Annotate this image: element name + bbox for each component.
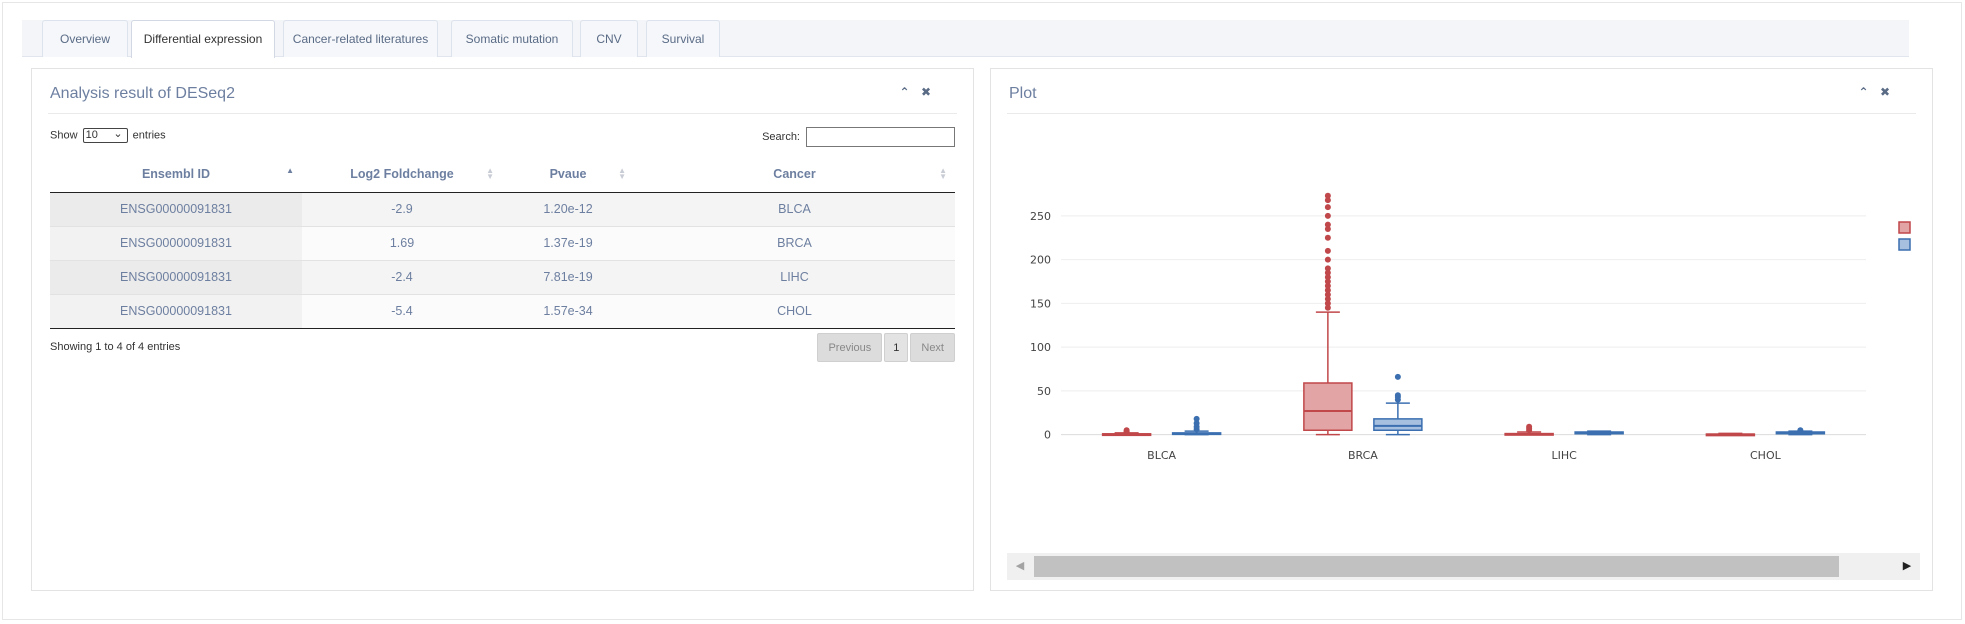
plot-panel: Plot ⌃ ✖ 0 50 100 150 200 250 BLCA BRCA LIHC CHOL… [990, 68, 1933, 591]
column-header-log2-foldchange[interactable]: Log2 Foldchange ▲ ▼ [302, 157, 502, 193]
cell-ensembl-id: ENSG00000091831 [50, 293, 302, 329]
column-header-label: Pvaue [549, 167, 587, 182]
column-header-label: Ensembl ID [141, 167, 211, 182]
sort-both-icon: ▲ ▼ [618, 166, 626, 181]
tab-overview[interactable]: Overview [42, 20, 128, 57]
table-row[interactable]: ENSG00000091831 -5.4 1.57e-34 CHOL [50, 293, 955, 329]
chevron-up-icon[interactable]: ⌃ [900, 85, 910, 99]
y-tick-label: 100 [1030, 341, 1051, 354]
cell-cancer: CHOL [634, 293, 955, 329]
table-info: Showing 1 to 4 of 4 entries [50, 341, 181, 353]
triangle-right-icon[interactable]: ▶ [1897, 553, 1917, 580]
search-control: Search: [762, 127, 955, 147]
scrollbar-thumb[interactable] [1034, 556, 1839, 577]
y-tick-label: 50 [1037, 385, 1051, 398]
panel-divider [48, 113, 957, 114]
column-header-label: Log2 Foldchange [350, 167, 454, 182]
analysis-result-panel: Analysis result of DESeq2 ⌃ ✖ Show 10 ⌄ … [31, 68, 974, 591]
results-table: Ensembl ID ▲ Log2 Foldchange ▲ ▼ Pvaue ▲ ▼… [50, 157, 955, 329]
panel-controls: ⌃ ✖ [892, 85, 931, 99]
sort-ascending-icon: ▲ [286, 166, 294, 175]
table-row[interactable]: ENSG00000091831 1.69 1.37e-19 BRCA [50, 225, 955, 260]
entries-select[interactable]: 10 ⌄ [82, 128, 128, 143]
outlier-point [1123, 427, 1130, 434]
y-tick-label: 150 [1030, 297, 1051, 310]
panel-title: Analysis result of DESeq2 [50, 85, 235, 102]
outlier-point [1797, 427, 1804, 434]
outlier-point [1324, 192, 1331, 199]
outlier-point [1324, 247, 1331, 254]
entries-select-value: 10 [85, 129, 98, 141]
outlier-point [1526, 423, 1533, 430]
x-tick-label: BLCA [1147, 449, 1176, 462]
outlier-point [1324, 204, 1331, 211]
legend-swatch [1898, 221, 1911, 234]
cell-pvalue: 1.20e-12 [502, 192, 634, 226]
tab-somatic-mutation[interactable]: Somatic mutation [451, 20, 573, 57]
next-button[interactable]: Next [910, 333, 955, 362]
search-label: Search: [762, 130, 800, 143]
cell-ensembl-id: ENSG00000091831 [50, 225, 302, 260]
cell-ensembl-id: ENSG00000091831 [50, 192, 302, 226]
cell-log2fc: 1.69 [302, 225, 502, 260]
cell-ensembl-id: ENSG00000091831 [50, 259, 302, 294]
previous-button[interactable]: Previous [817, 333, 883, 362]
column-header-ensembl-id[interactable]: Ensembl ID ▲ [50, 157, 302, 193]
tab-cancer-related-literatures[interactable]: Cancer-related literatures [283, 20, 438, 57]
sort-both-icon: ▲ ▼ [939, 166, 947, 181]
x-tick-label: BRCA [1348, 449, 1378, 462]
cell-log2fc: -2.4 [302, 259, 502, 294]
cell-pvalue: 1.37e-19 [502, 225, 634, 260]
outlier-point [1394, 373, 1401, 380]
column-header-cancer[interactable]: Cancer ▲ ▼ [634, 157, 955, 193]
box [1303, 382, 1353, 431]
cell-cancer: BLCA [634, 192, 955, 226]
tab-survival[interactable]: Survival [646, 20, 720, 57]
cell-log2fc: -5.4 [302, 293, 502, 329]
tab-bar: Overview Differential expression Cancer-… [22, 20, 1909, 58]
outlier-point [1324, 234, 1331, 241]
show-entries-control: Show 10 ⌄ entries [50, 128, 166, 143]
x-tick-label: CHOL [1750, 449, 1782, 462]
entries-label: entries [132, 129, 166, 142]
x-tick-label: LIHC [1551, 449, 1577, 462]
chevron-down-icon: ⌄ [113, 128, 123, 140]
search-input[interactable] [806, 127, 955, 147]
table-row[interactable]: ENSG00000091831 -2.4 7.81e-19 LIHC [50, 259, 955, 294]
y-tick-label: 200 [1030, 254, 1051, 267]
boxplot-chart: 0 50 100 150 200 250 BLCA BRCA LIHC CHOL [1030, 192, 1911, 462]
close-icon[interactable]: ✖ [921, 85, 931, 99]
outlier-point [1394, 392, 1401, 399]
legend-swatch [1898, 238, 1911, 251]
outlier-point [1324, 221, 1331, 228]
cell-pvalue: 7.81e-19 [502, 259, 634, 294]
y-tick-label: 0 [1044, 429, 1051, 442]
page-1-button[interactable]: 1 [884, 333, 909, 362]
table-row[interactable]: ENSG00000091831 -2.9 1.20e-12 BLCA [50, 192, 955, 226]
column-header-label: Cancer [773, 167, 816, 182]
cell-pvalue: 1.57e-34 [502, 293, 634, 329]
tab-differential-expression[interactable]: Differential expression [131, 20, 275, 58]
cell-log2fc: -2.9 [302, 192, 502, 226]
outlier-point [1324, 265, 1331, 272]
horizontal-scrollbar[interactable]: ◀ ▶ [1007, 553, 1920, 580]
outlier-point [1324, 212, 1331, 219]
tab-cnv[interactable]: CNV [580, 20, 638, 57]
sort-both-icon: ▲ ▼ [486, 166, 494, 181]
column-header-pvalue[interactable]: Pvaue ▲ ▼ [502, 157, 634, 193]
y-tick-label: 250 [1030, 210, 1051, 223]
outlier-point [1324, 256, 1331, 263]
cell-cancer: LIHC [634, 259, 955, 294]
box [1373, 418, 1423, 431]
show-label: Show [50, 129, 78, 142]
cell-cancer: BRCA [634, 225, 955, 260]
triangle-left-icon[interactable]: ◀ [1010, 553, 1030, 580]
pagination: Previous 1 Next [817, 333, 955, 362]
outlier-point [1193, 415, 1200, 422]
table-header-row: Ensembl ID ▲ Log2 Foldchange ▲ ▼ Pvaue ▲ ▼… [50, 157, 955, 193]
